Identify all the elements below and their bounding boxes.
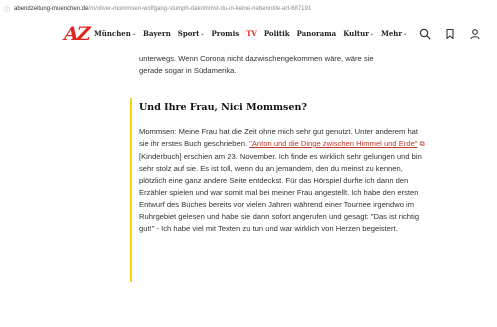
lead-line: gerade sogar in Südamerika.: [139, 66, 237, 75]
external-link-icon[interactable]: ⧉: [420, 141, 425, 148]
info-icon[interactable]: ⓘ: [4, 5, 10, 14]
chevron-down-icon: ⌄: [369, 30, 375, 37]
site-header: AZ München ⌄ Bayern Sport ⌄ Promis TV Poli…: [0, 18, 497, 52]
url-path: /m/oliver-mommsen-wolfgang-stumph-dakomm…: [88, 6, 312, 12]
nav-item-politik[interactable]: Politik: [264, 29, 290, 38]
url-host: abendzeitung-muenchen.de: [14, 6, 89, 12]
quote-accent-bar: [130, 98, 132, 282]
nav-item-muenchen[interactable]: München ⌄: [94, 29, 136, 38]
address-bar[interactable]: ⓘ abendzeitung-muenchen.de /m/oliver-mom…: [0, 0, 497, 18]
interview-block: Und Ihre Frau, Nici Mommsen? Mommsen: Me…: [130, 98, 430, 282]
bookmark-icon[interactable]: [443, 27, 457, 41]
chevron-down-icon: ⌄: [200, 30, 205, 37]
nav-item-promis[interactable]: Promis: [212, 29, 240, 38]
book-link[interactable]: "Anton und die Dinge zwischen Himmel und…: [249, 139, 417, 148]
interview-question: Und Ihre Frau, Nici Mommsen?: [139, 102, 307, 113]
interview-answer: Mommsen: Meine Frau hat die Zeit ohne mi…: [139, 126, 426, 235]
main-nav: München ⌄ Bayern Sport ⌄ Promis TV Politik…: [94, 29, 407, 38]
search-icon[interactable]: [418, 27, 432, 41]
article-lead: unterwegs. Wenn Corona nicht dazwischeng…: [139, 52, 424, 77]
nav-item-kultur[interactable]: Kultur ⌄: [343, 29, 374, 38]
lead-paragraph: unterwegs. Wenn Corona nicht dazwischeng…: [139, 53, 424, 77]
lead-line: unterwegs. Wenn Corona nicht dazwischeng…: [139, 54, 374, 63]
nav-item-mehr[interactable]: Mehr ⌄: [381, 29, 407, 38]
nav-item-panorama[interactable]: Panorama: [297, 29, 337, 38]
site-logo[interactable]: AZ: [64, 23, 91, 45]
user-icon[interactable]: [468, 27, 482, 41]
chevron-down-icon: ⌄: [403, 30, 408, 37]
answer-text: [Kinderbuch] erschien am 23. November. I…: [139, 152, 422, 233]
nav-item-sport[interactable]: Sport ⌄: [178, 29, 205, 38]
nav-item-tv[interactable]: TV: [246, 29, 257, 38]
chevron-down-icon: ⌄: [131, 30, 137, 37]
header-actions: [418, 27, 482, 41]
nav-item-bayern[interactable]: Bayern: [143, 29, 171, 38]
